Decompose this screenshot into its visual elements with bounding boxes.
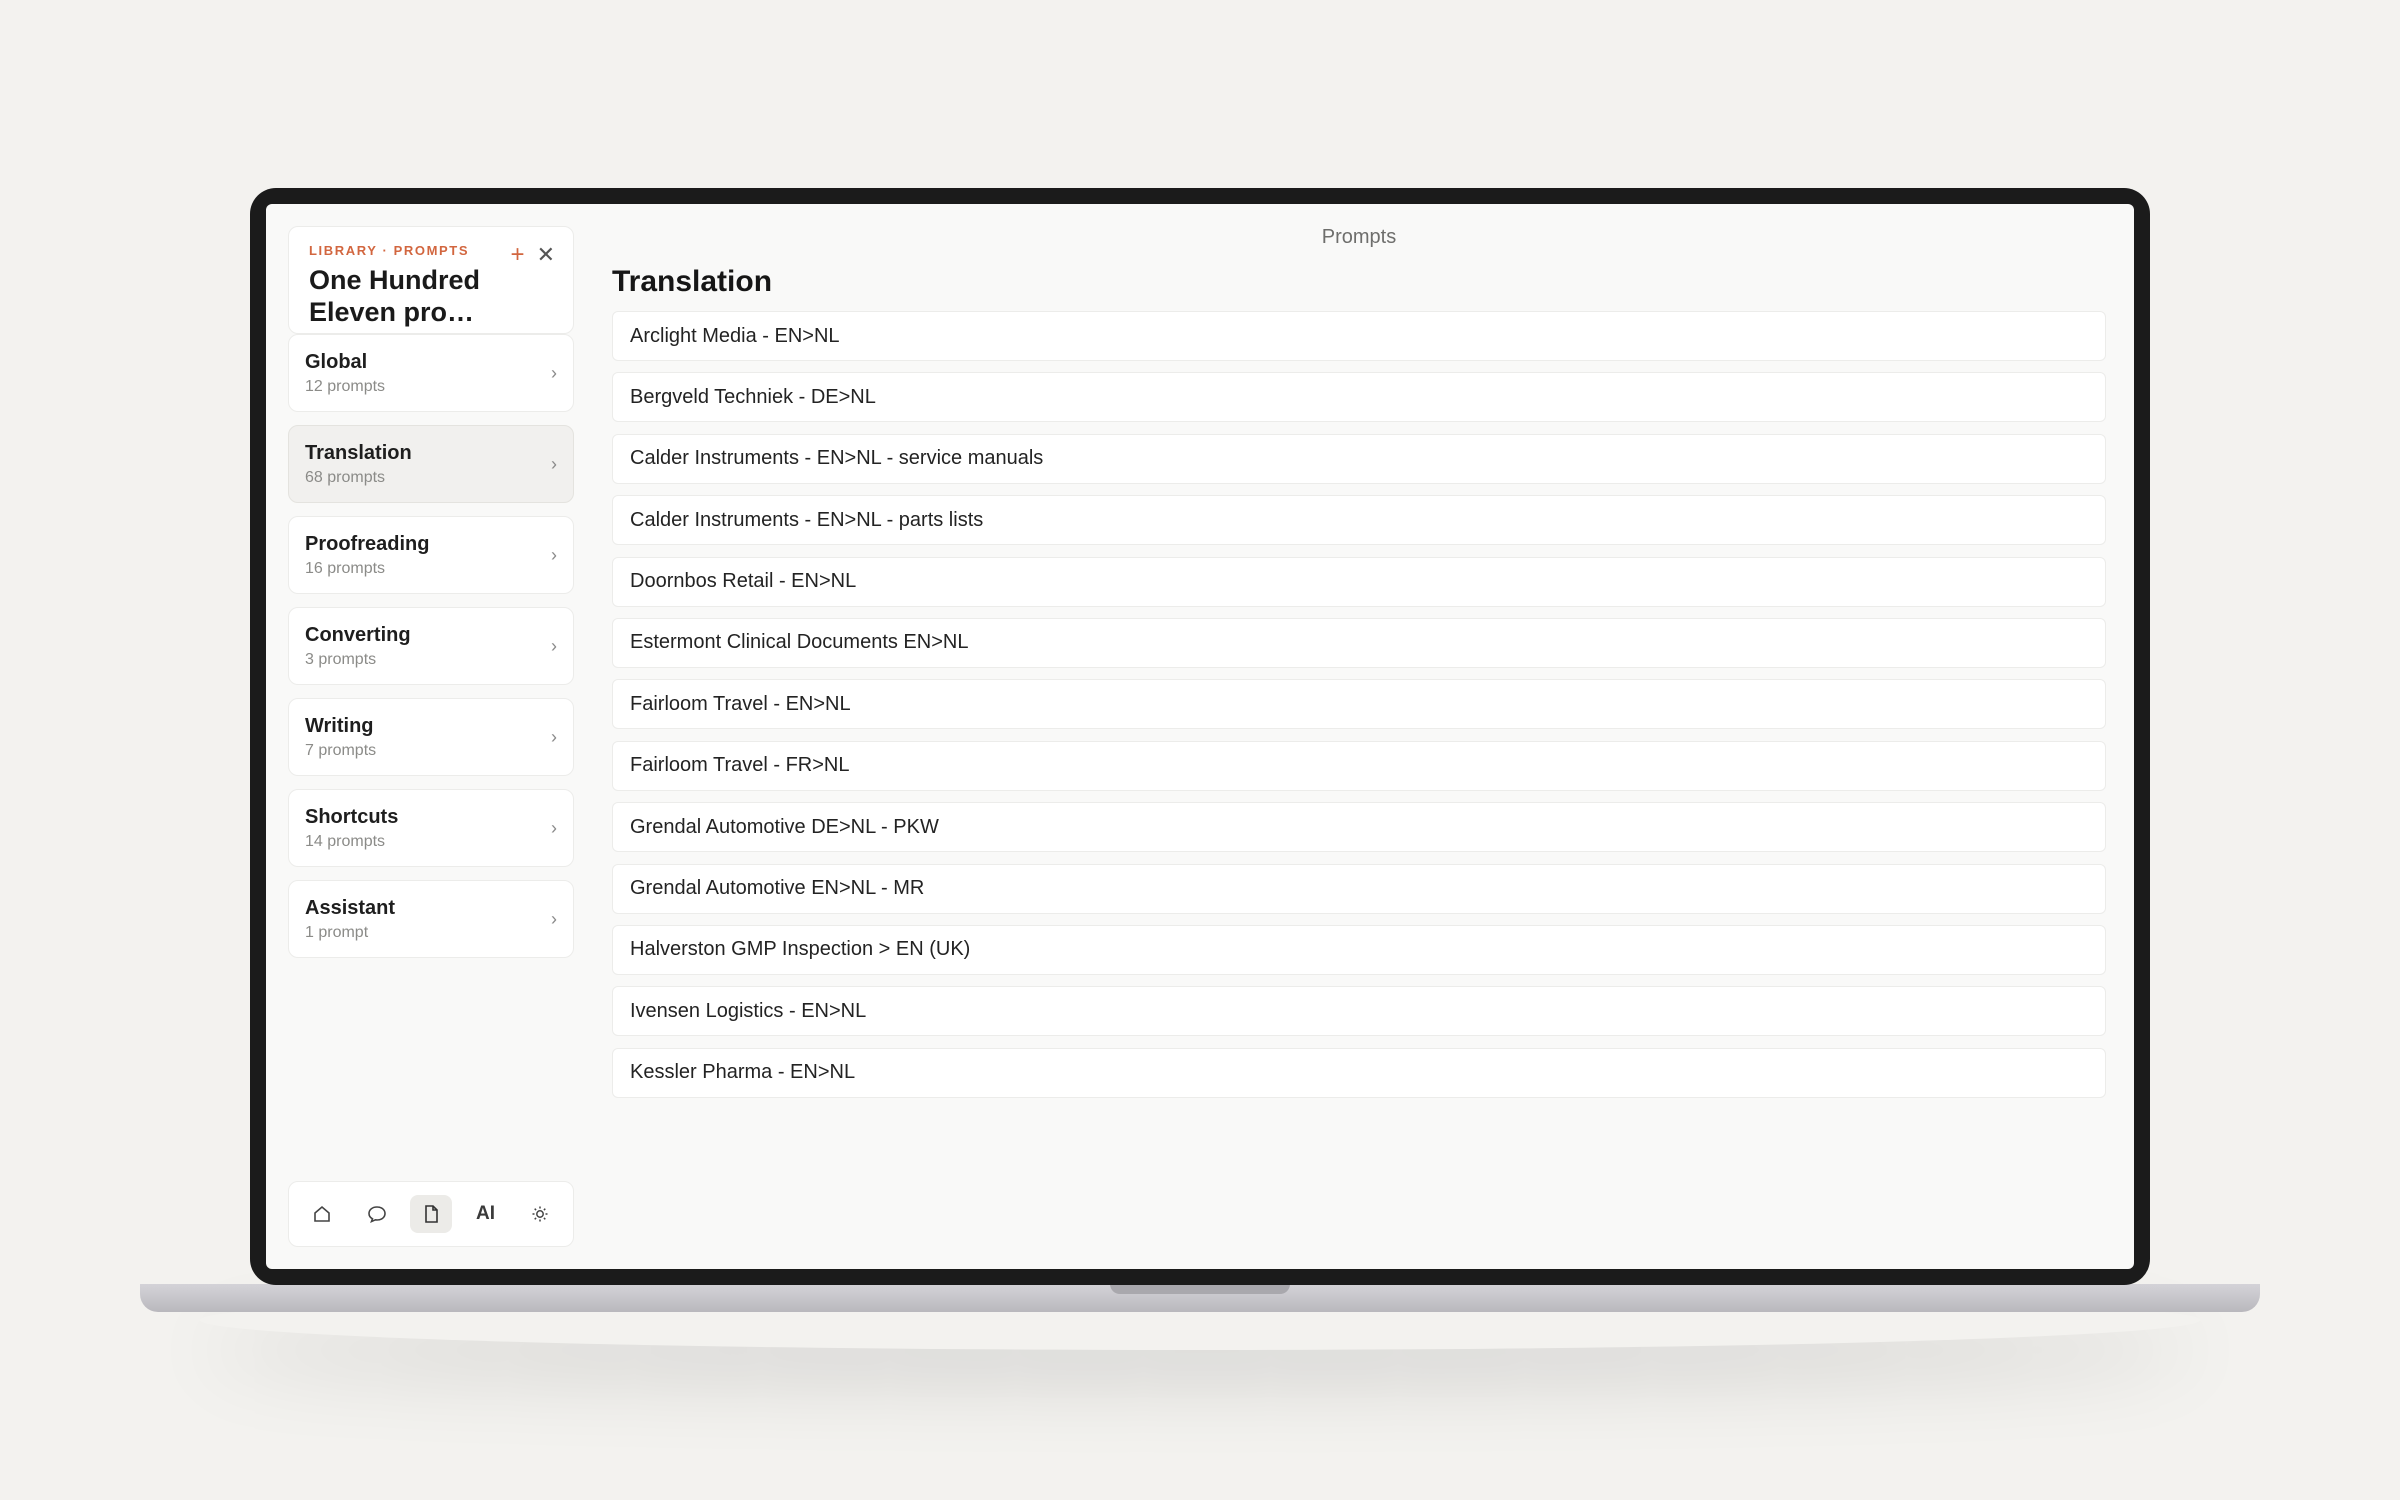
group-count: 68 prompts bbox=[305, 469, 386, 486]
chevron-right-icon: › bbox=[551, 545, 557, 565]
group-name: Translation bbox=[305, 442, 412, 464]
prompt-row[interactable]: Arclight Media - EN>NL bbox=[612, 311, 2106, 361]
sidebar-group-global[interactable]: Global 12 prompts › bbox=[288, 334, 574, 412]
chevron-right-icon: › bbox=[551, 727, 557, 747]
prompt-row[interactable]: Fairloom Travel - EN>NL bbox=[612, 679, 2106, 730]
group-name: Writing bbox=[305, 715, 374, 737]
sidebar-group-translation[interactable]: Translation 68 prompts › bbox=[288, 425, 574, 503]
prompt-row[interactable]: Fairloom Travel - FR>NL bbox=[612, 740, 2106, 791]
page-title: Translation bbox=[612, 265, 773, 298]
document-icon[interactable] bbox=[410, 1195, 452, 1233]
prompt-row[interactable]: Estermont Clinical Documents EN>NL bbox=[612, 617, 2106, 668]
header-actions: + ✕ bbox=[511, 243, 555, 267]
app-screen: LIBRARY · PROMPTS One Hundred Eleven pro… bbox=[266, 204, 2134, 1269]
ai-button[interactable]: AI bbox=[465, 1195, 507, 1233]
prompt-list: Arclight Media - EN>NL Bergveld Techniek … bbox=[612, 311, 2106, 1098]
group-count: 16 prompts bbox=[305, 560, 386, 577]
sun-gear-icon[interactable] bbox=[519, 1195, 561, 1233]
library-header: LIBRARY · PROMPTS One Hundred Eleven pro… bbox=[288, 226, 574, 334]
sidebar-group-shortcuts[interactable]: Shortcuts 14 prompts › bbox=[288, 789, 574, 867]
prompt-row[interactable]: Doornbos Retail - EN>NL bbox=[612, 556, 2106, 607]
main-panel: Prompts Translation Arclight Media - EN>… bbox=[612, 204, 2106, 1269]
group-name: Global bbox=[305, 351, 368, 373]
group-name: Assistant bbox=[305, 897, 396, 919]
prompt-row[interactable]: Kessler Pharma - EN>NL bbox=[612, 1047, 2106, 1098]
chevron-right-icon: › bbox=[551, 818, 557, 838]
group-count: 1 prompt bbox=[305, 924, 369, 941]
sidebar-group-assistant[interactable]: Assistant 1 prompt › bbox=[288, 880, 574, 958]
chevron-right-icon: › bbox=[551, 909, 557, 929]
prompt-row[interactable]: Grendal Automotive EN>NL - MR bbox=[612, 863, 2106, 914]
prompt-row[interactable]: Bergveld Techniek - DE>NL bbox=[612, 372, 2106, 423]
group-count: 3 prompts bbox=[305, 651, 377, 668]
topbar-title: Prompts bbox=[1321, 226, 1397, 248]
sidebar-group-writing[interactable]: Writing 7 prompts › bbox=[288, 698, 574, 776]
prompt-row[interactable]: Calder Instruments - EN>NL - service man… bbox=[612, 433, 2106, 484]
prompt-row[interactable]: Grendal Automotive DE>NL - PKW bbox=[612, 802, 2106, 853]
laptop-bezel: LIBRARY · PROMPTS One Hundred Eleven pro… bbox=[250, 188, 2150, 1285]
bottom-toolbar: AI bbox=[288, 1181, 574, 1247]
chevron-right-icon: › bbox=[551, 363, 557, 383]
plus-icon[interactable]: + bbox=[511, 243, 525, 267]
chevron-right-icon: › bbox=[551, 454, 557, 474]
group-count: 14 prompts bbox=[305, 833, 386, 850]
group-count: 7 prompts bbox=[305, 742, 377, 759]
group-list: Global 12 prompts › Translation 68 prompts › P… bbox=[288, 334, 574, 958]
chat-bubble-icon[interactable] bbox=[356, 1195, 398, 1233]
chevron-right-icon: › bbox=[551, 636, 557, 656]
prompt-row[interactable]: Ivensen Logistics - EN>NL bbox=[612, 986, 2106, 1037]
group-name: Shortcuts bbox=[305, 806, 399, 828]
library-title: One Hundred Eleven pro… bbox=[309, 265, 481, 327]
laptop-notch bbox=[1110, 1284, 1290, 1294]
sidebar: LIBRARY · PROMPTS One Hundred Eleven pro… bbox=[288, 226, 574, 1247]
group-name: Converting bbox=[305, 624, 411, 646]
home-icon[interactable] bbox=[301, 1195, 343, 1233]
sidebar-group-proofreading[interactable]: Proofreading 16 prompts › bbox=[288, 516, 574, 594]
prompt-row[interactable]: Halverston GMP Inspection > EN (UK) bbox=[612, 924, 2106, 975]
sidebar-group-converting[interactable]: Converting 3 prompts › bbox=[288, 607, 574, 685]
group-count: 12 prompts bbox=[305, 378, 386, 395]
group-name: Proofreading bbox=[305, 533, 430, 555]
prompt-row[interactable]: Calder Instruments - EN>NL - parts lists bbox=[612, 495, 2106, 546]
close-icon[interactable]: ✕ bbox=[537, 243, 555, 267]
